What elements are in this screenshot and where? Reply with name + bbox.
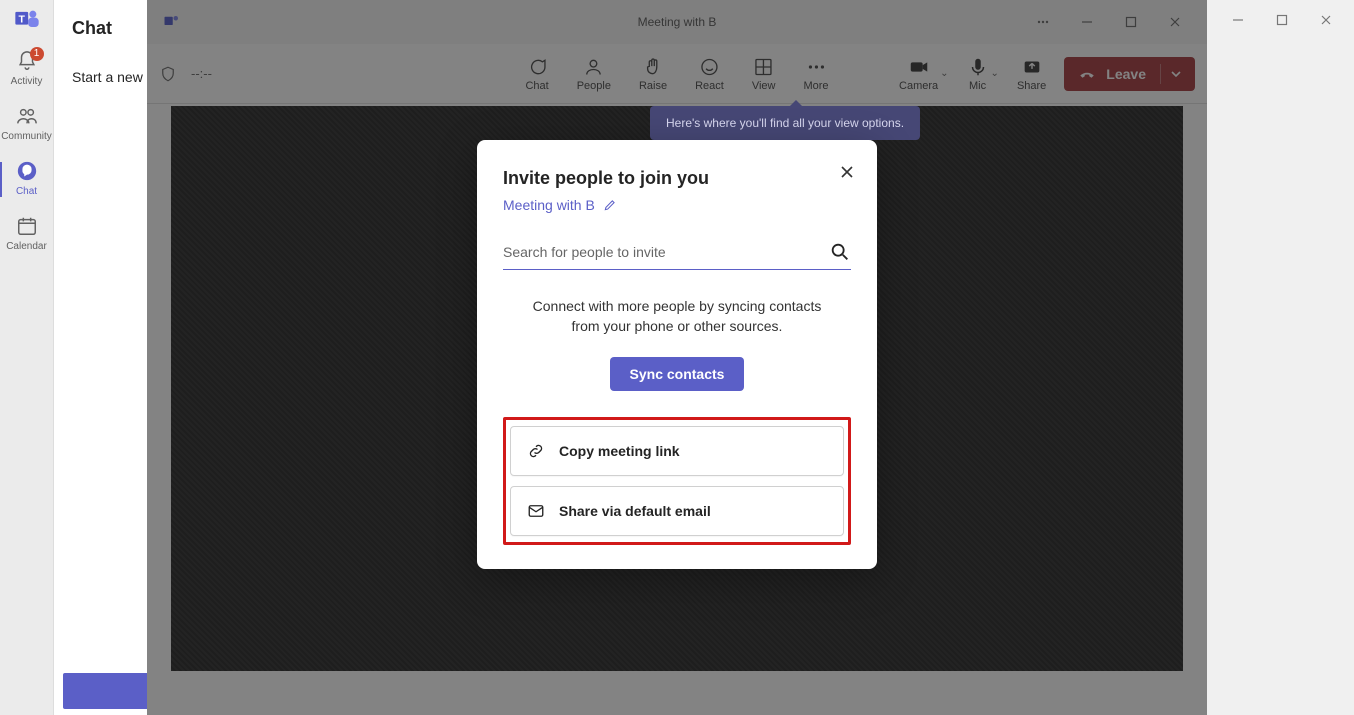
outer-window-controls (1216, 6, 1348, 34)
rail-label: Calendar (6, 241, 47, 252)
highlight-box: Copy meeting link Share via default emai… (503, 417, 851, 545)
chat-icon (16, 160, 38, 182)
svg-text:T: T (18, 13, 25, 25)
dialog-title: Invite people to join you (503, 168, 851, 189)
sync-contacts-button[interactable]: Sync contacts (610, 357, 745, 391)
activity-badge: 1 (30, 47, 44, 61)
invite-dialog: Invite people to join you Meeting with B… (477, 140, 877, 569)
copy-link-button[interactable]: Copy meeting link (510, 426, 844, 476)
dialog-meeting-name[interactable]: Meeting with B (503, 197, 851, 213)
teams-logo-icon: T (13, 6, 41, 34)
meeting-window: Meeting with B --:-- Chat People Raise R… (147, 0, 1207, 715)
rail-label: Chat (16, 186, 37, 197)
rail-community[interactable]: Community (0, 97, 54, 152)
link-icon (527, 442, 545, 460)
rail-chat[interactable]: Chat (0, 152, 54, 207)
mail-icon (527, 502, 545, 520)
edit-icon (603, 198, 617, 212)
app-rail: T 1 Activity Community Chat Calendar (0, 0, 54, 715)
bell-icon: 1 (16, 50, 38, 72)
rail-activity[interactable]: 1 Activity (0, 42, 54, 97)
search-field[interactable] (503, 235, 851, 270)
outer-maximize-button[interactable] (1260, 6, 1304, 34)
dialog-body: Connect with more people by syncing cont… (503, 296, 851, 337)
rail-label: Activity (11, 76, 43, 87)
rail-calendar[interactable]: Calendar (0, 207, 54, 262)
outer-minimize-button[interactable] (1216, 6, 1260, 34)
calendar-icon (16, 215, 38, 237)
outer-close-button[interactable] (1304, 6, 1348, 34)
share-email-button[interactable]: Share via default email (510, 486, 844, 536)
community-icon (16, 105, 38, 127)
rail-label: Community (1, 131, 52, 142)
search-icon[interactable] (829, 241, 851, 263)
dialog-close-button[interactable] (835, 160, 859, 184)
search-input[interactable] (503, 244, 829, 260)
view-tooltip: Here's where you'll find all your view o… (650, 106, 920, 140)
